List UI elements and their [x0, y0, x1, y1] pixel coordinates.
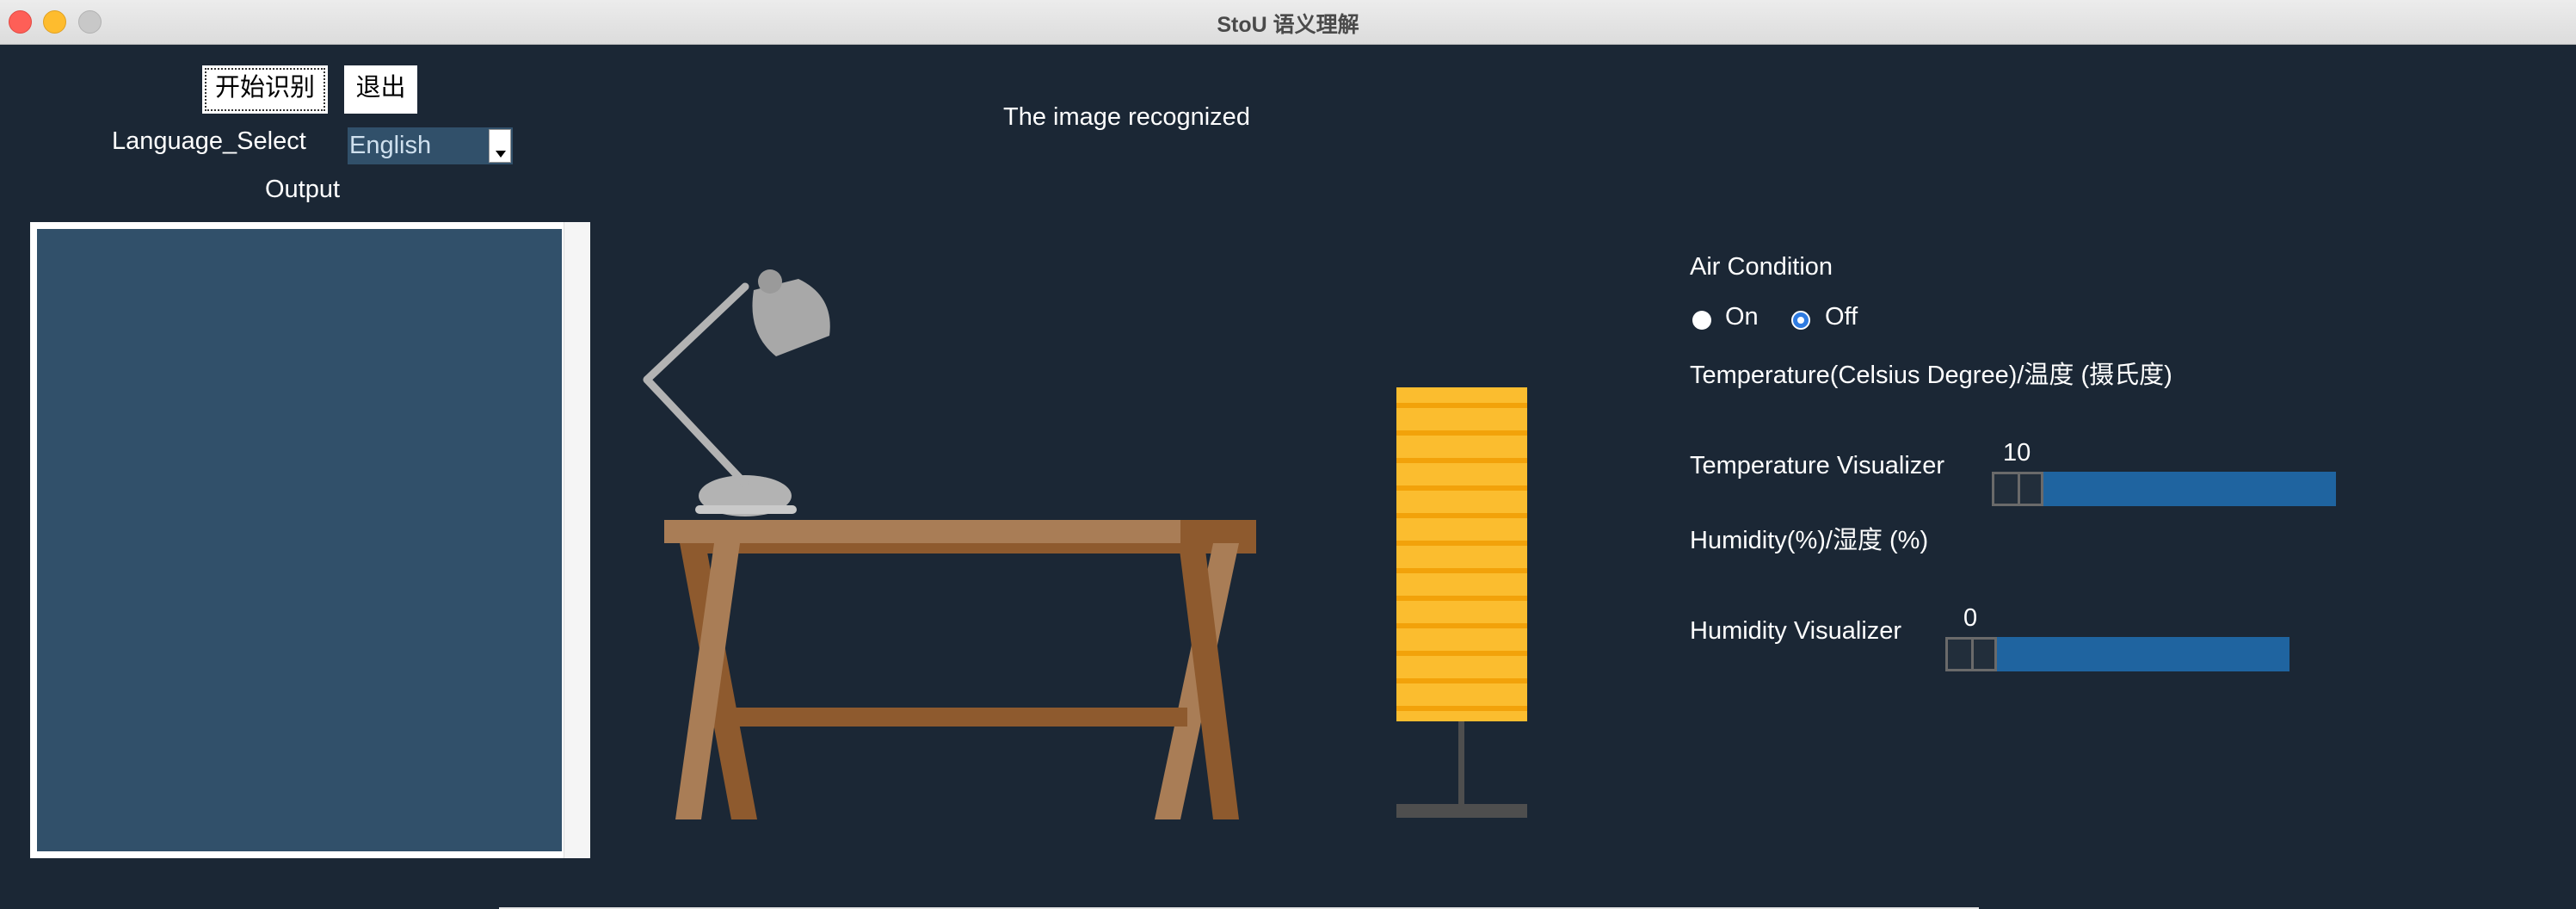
- ac-off-radio[interactable]: [1791, 311, 1810, 330]
- humidity-slider[interactable]: [1945, 637, 2289, 671]
- humidity-label: Humidity(%)/湿度 (%): [1690, 527, 1929, 554]
- floor-lamp-icon: [1396, 387, 1527, 818]
- humidity-value: 0: [1963, 604, 1978, 632]
- desk-icon: [664, 520, 1256, 819]
- temperature-slider[interactable]: [1992, 472, 2336, 506]
- temperature-slider-thumb[interactable]: [1992, 472, 2043, 506]
- ac-on-radio[interactable]: [1692, 311, 1711, 330]
- temperature-visualizer-label: Temperature Visualizer: [1690, 452, 1945, 479]
- desk-lamp-icon: [643, 269, 830, 516]
- title-bar: StoU 语义理解: [0, 0, 2576, 45]
- window-title: StoU 语义理解: [1217, 13, 1359, 37]
- recognized-scene-image: [643, 269, 1527, 819]
- air-condition-label: Air Condition: [1690, 253, 1833, 281]
- ac-off-label[interactable]: Off: [1825, 303, 1858, 331]
- main-content: 开始识别 退出 Language_Select English Output T…: [0, 45, 2576, 909]
- humidity-slider-thumb[interactable]: [1945, 637, 1997, 671]
- humidity-visualizer-label: Humidity Visualizer: [1690, 617, 1902, 645]
- ac-on-label[interactable]: On: [1725, 303, 1759, 331]
- temperature-value: 10: [2003, 439, 2031, 467]
- temperature-label: Temperature(Celsius Degree)/温度 (摄氏度): [1690, 362, 2172, 389]
